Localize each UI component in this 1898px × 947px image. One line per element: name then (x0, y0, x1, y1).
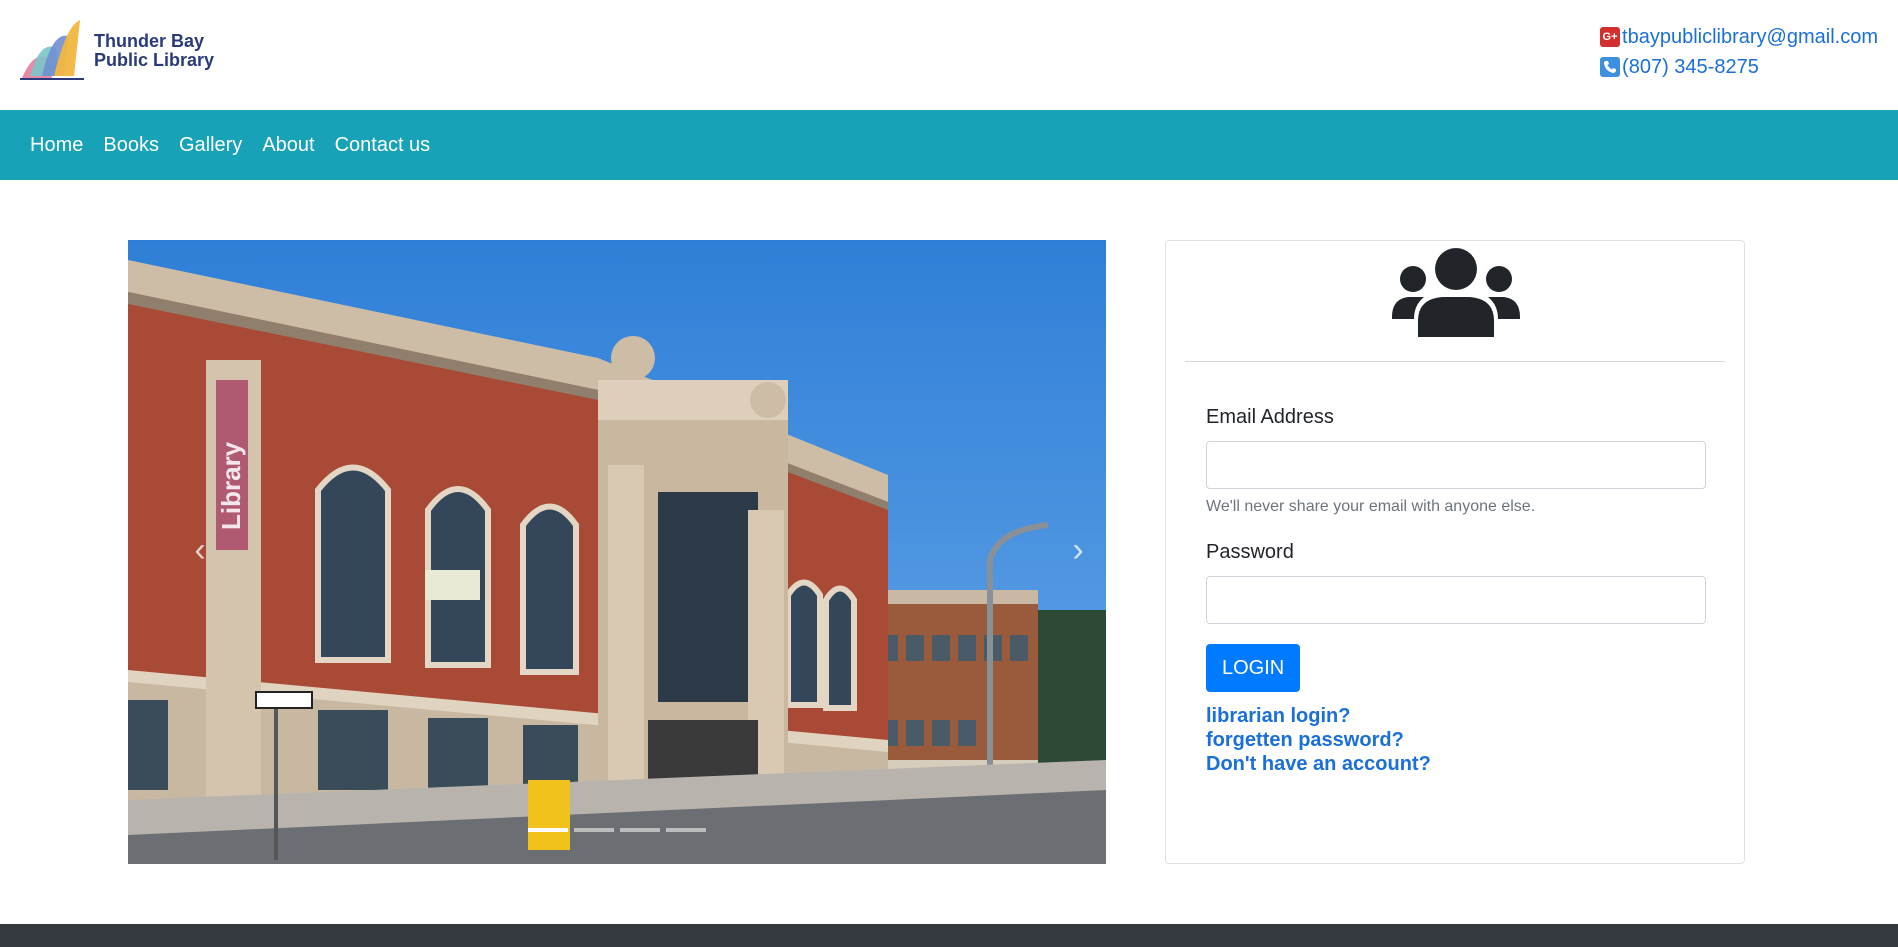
password-label: Password (1206, 541, 1294, 563)
contact-email-link[interactable]: tbaypubliclibrary@gmail.com (1622, 26, 1878, 49)
library-logo-text: Thunder Bay Public Library (94, 32, 214, 70)
login-form: Email Address We'll never share your ema… (1206, 406, 1706, 776)
carousel-indicators (128, 828, 1106, 832)
library-logo[interactable]: Thunder Bay Public Library (18, 18, 218, 84)
google-plus-icon: G+ (1600, 27, 1621, 47)
building-sign-text: Library (216, 441, 246, 530)
carousel-prev-button[interactable]: ‹ (180, 530, 220, 570)
nav-home[interactable]: Home (20, 134, 93, 157)
main-navbar: Home Books Gallery About Contact us (0, 110, 1898, 180)
contact-info: G+ tbaypubliclibrary@gmail.com (807) 345… (1600, 22, 1878, 82)
users-group-icon (1392, 248, 1520, 337)
chevron-right-icon: › (1072, 530, 1084, 569)
contact-email-row: G+ tbaypubliclibrary@gmail.com (1600, 22, 1878, 52)
email-help-text: We'll never share your email with anyone… (1206, 498, 1536, 515)
logo-line-1: Thunder Bay (94, 31, 205, 51)
chevron-left-icon: ‹ (194, 530, 206, 569)
library-building-photo: Library (128, 240, 1106, 864)
email-input[interactable] (1206, 441, 1706, 489)
login-card: Email Address We'll never share your ema… (1165, 240, 1745, 864)
carousel-next-button[interactable]: › (1058, 530, 1098, 570)
site-footer (0, 924, 1898, 947)
login-links: librarian login? forgetten password? Don… (1206, 704, 1706, 776)
site-header: Thunder Bay Public Library G+ tbaypublic… (0, 0, 1898, 110)
image-carousel: Library ‹ › (128, 240, 1106, 864)
logo-line-2: Public Library (94, 50, 215, 70)
forgot-password-link[interactable]: forgetten password? (1206, 728, 1706, 752)
login-button[interactable]: LOGIN (1206, 644, 1301, 692)
signup-link[interactable]: Don't have an account? (1206, 752, 1706, 776)
carousel-indicator[interactable] (666, 828, 706, 832)
carousel-indicator[interactable] (574, 828, 614, 832)
carousel-indicator[interactable] (620, 828, 660, 832)
phone-icon-glyph (1604, 61, 1617, 73)
nav-gallery[interactable]: Gallery (169, 134, 252, 157)
nav-books[interactable]: Books (93, 134, 169, 157)
nav-contact-us[interactable]: Contact us (325, 134, 441, 157)
card-divider (1185, 361, 1725, 362)
nav-about[interactable]: About (252, 134, 324, 157)
librarian-login-link[interactable]: librarian login? (1206, 704, 1706, 728)
phone-icon (1600, 57, 1621, 77)
password-input[interactable] (1206, 576, 1706, 624)
email-label: Email Address (1206, 406, 1334, 428)
contact-phone-link[interactable]: (807) 345-8275 (1622, 56, 1759, 79)
contact-phone-row: (807) 345-8275 (1600, 52, 1878, 82)
carousel-indicator[interactable] (528, 828, 568, 832)
library-logo-icon (20, 20, 84, 80)
